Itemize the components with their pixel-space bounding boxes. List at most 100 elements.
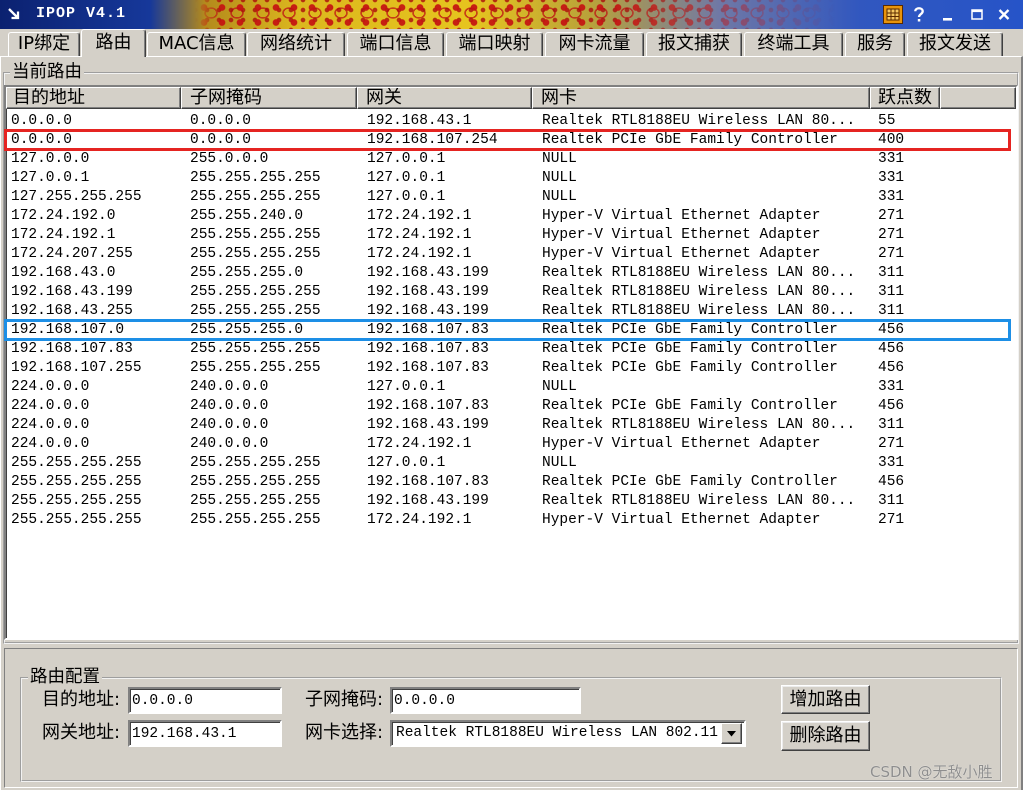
nic-cell: NULL [542,151,577,167]
column-header-filler [940,87,1016,109]
metric-cell: 271 [878,227,905,243]
table-row[interactable]: 192.168.107.0 255.255.255.0 192.168.107.83… [4,319,1016,341]
netmask-input[interactable] [390,687,581,714]
chevron-down-icon[interactable] [721,723,742,744]
table-row[interactable]: 224.0.0.0 240.0.0.0 192.168.43.199 Realtek … [6,416,1016,435]
metric-cell: 271 [878,246,905,262]
nic-cell: NULL [542,189,577,205]
tab-packet-capture[interactable]: 报文捕获 [646,32,742,56]
gateway-cell: 192.168.43.199 [367,303,489,319]
destination-cell: 224.0.0.0 [11,398,90,414]
destination-cell: 0.0.0.0 [11,132,72,148]
nic-cell: Hyper-V Virtual Ethernet Adapter [542,227,821,243]
tab-packet-send[interactable]: 报文发送 [907,32,1003,56]
delete-route-button[interactable]: 删除路由 [781,721,870,751]
metric-cell: 311 [878,417,905,433]
tab-nic-traffic[interactable]: 网卡流量 [545,32,644,56]
table-row[interactable]: 192.168.43.0 255.255.255.0 192.168.43.199 R… [6,264,1016,283]
table-row[interactable]: 0.0.0.0 0.0.0.0 192.168.43.1 Realtek RTL818… [6,112,1016,131]
gateway-cell: 172.24.192.1 [367,512,472,528]
netmask-cell: 255.255.255.255 [190,284,321,300]
netmask-cell: 240.0.0.0 [190,398,269,414]
table-row[interactable]: 172.24.192.0 255.255.240.0 172.24.192.1 Hyp… [6,207,1016,226]
route-rows: 0.0.0.0 0.0.0.0 192.168.43.1 Realtek RTL818… [4,112,1016,612]
metric-cell: 311 [878,303,905,319]
route-table[interactable]: 目的地址 子网掩码 网关 网卡 跃点数 0.0.0.0 0.0.0.0 192.16… [4,85,1018,640]
table-row[interactable]: 224.0.0.0 240.0.0.0 127.0.0.1 NULL 331 [6,378,1016,397]
table-row[interactable]: 192.168.43.255 255.255.255.255 192.168.43.… [6,302,1016,321]
destination-cell: 0.0.0.0 [11,113,72,129]
table-row[interactable]: 192.168.107.255 255.255.255.255 192.168.10… [6,359,1016,378]
table-row[interactable]: 255.255.255.255 255.255.255.255 192.168.43… [6,492,1016,511]
table-row[interactable]: 255.255.255.255 255.255.255.255 127.0.0.1 N… [6,454,1016,473]
table-row[interactable]: 127.255.255.255 255.255.255.255 127.0.0.1 N… [6,188,1016,207]
table-row[interactable]: 255.255.255.255 255.255.255.255 172.24.192… [6,511,1016,530]
tab-mac-info[interactable]: MAC信息 [147,32,246,56]
gateway-input[interactable] [128,720,282,747]
title-bar[interactable]: IPOP V4.1 [0,0,1023,29]
nic-cell: Hyper-V Virtual Ethernet Adapter [542,246,821,262]
minimize-icon[interactable] [941,6,955,23]
netmask-cell: 255.255.255.255 [190,246,321,262]
metric-cell: 271 [878,208,905,224]
nic-select-value: Realtek RTL8188EU Wireless LAN 802.11 [396,725,718,741]
metric-cell: 331 [878,455,905,471]
gateway-cell: 127.0.0.1 [367,151,446,167]
close-icon[interactable] [997,6,1011,23]
destination-input[interactable] [128,687,282,714]
table-row[interactable]: 127.0.0.0 255.0.0.0 127.0.0.1 NULL 331 [6,150,1016,169]
tab-port-info[interactable]: 端口信息 [347,32,444,56]
highlight-box [4,129,1011,151]
column-header-gateway[interactable]: 网关 [357,87,532,109]
maximize-icon[interactable] [970,6,984,23]
highlight-box [4,319,1011,341]
help-icon[interactable] [912,6,926,23]
nic-cell: Hyper-V Virtual Ethernet Adapter [542,208,821,224]
table-row[interactable]: 255.255.255.255 255.255.255.255 192.168.10… [6,473,1016,492]
metric-cell: 456 [878,474,905,490]
tab-route[interactable]: 路由 [81,29,146,57]
metric-cell: 331 [878,379,905,395]
arrow-icon[interactable] [7,7,21,21]
app-tray-icon[interactable] [883,5,903,24]
tab-port-mapping[interactable]: 端口映射 [446,32,543,56]
destination-cell: 192.168.107.255 [11,360,142,376]
destination-cell: 255.255.255.255 [11,493,142,509]
nic-select[interactable]: Realtek RTL8188EU Wireless LAN 802.11 [390,720,746,747]
metric-cell: 55 [878,113,896,129]
table-row[interactable]: 192.168.43.199 255.255.255.255 192.168.43.… [6,283,1016,302]
nic-cell: Hyper-V Virtual Ethernet Adapter [542,436,821,452]
netmask-cell: 0.0.0.0 [190,113,251,129]
column-header-destination[interactable]: 目的地址 [6,87,181,109]
nic-cell: Realtek RTL8188EU Wireless LAN 80... [542,265,856,281]
metric-cell: 311 [878,493,905,509]
destination-cell: 172.24.192.0 [11,208,116,224]
tab-terminal-tools[interactable]: 终端工具 [744,32,843,56]
nic-cell: Realtek RTL8188EU Wireless LAN 80... [542,284,856,300]
table-row[interactable]: 172.24.207.255 255.255.255.255 172.24.192.… [6,245,1016,264]
table-row[interactable]: 127.0.0.1 255.255.255.255 127.0.0.1 NULL 331 [6,169,1016,188]
gateway-cell: 192.168.107.83 [367,341,489,357]
tab-services[interactable]: 服务 [845,32,905,56]
column-header-metric[interactable]: 跃点数 [870,87,940,109]
table-row[interactable]: 224.0.0.0 240.0.0.0 172.24.192.1 Hyper-V Vi… [6,435,1016,454]
gateway-cell: 127.0.0.1 [367,379,446,395]
table-row[interactable]: 192.168.107.83 255.255.255.255 192.168.107… [6,340,1016,359]
destination-cell: 192.168.107.0 [11,322,125,338]
gateway-cell: 192.168.43.199 [367,284,489,300]
metric-cell: 331 [878,189,905,205]
add-route-button[interactable]: 增加路由 [781,685,870,714]
netmask-cell: 255.255.255.255 [190,303,321,319]
metric-cell: 456 [878,360,905,376]
destination-cell: 127.255.255.255 [11,189,142,205]
netmask-cell: 255.255.255.0 [190,322,304,338]
table-row[interactable]: 0.0.0.0 0.0.0.0 192.168.107.254 Realtek PCI… [4,129,1016,151]
gateway-cell: 172.24.192.1 [367,227,472,243]
table-row[interactable]: 172.24.192.1 255.255.255.255 172.24.192.1 H… [6,226,1016,245]
table-row[interactable]: 224.0.0.0 240.0.0.0 192.168.107.83 Realtek … [6,397,1016,416]
nic-label: 网卡选择: [305,722,384,743]
tab-ip-binding[interactable]: IP绑定 [8,32,80,56]
column-header-nic[interactable]: 网卡 [532,87,870,109]
tab-network-stats[interactable]: 网络统计 [247,32,345,56]
column-header-netmask[interactable]: 子网掩码 [181,87,357,109]
